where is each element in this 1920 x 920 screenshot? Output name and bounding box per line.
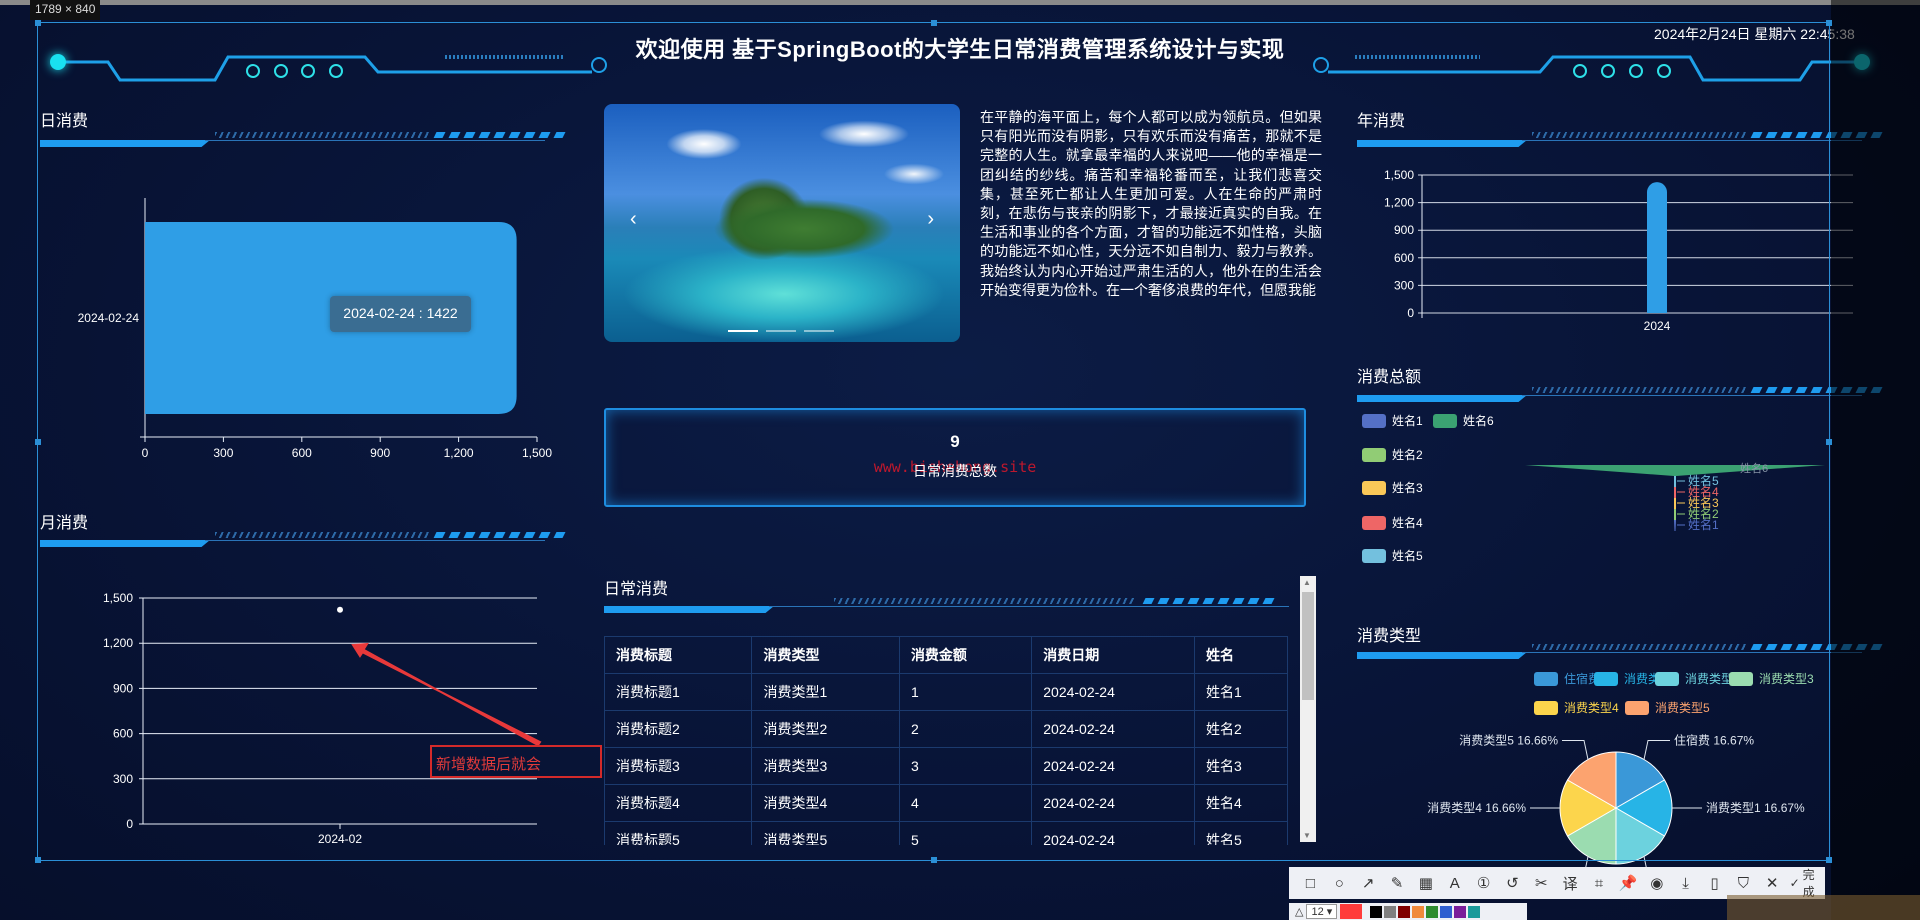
capture-dim-overlay [1831, 0, 1920, 920]
arrow-icon[interactable]: ↗ [1357, 871, 1380, 895]
rectangle-icon[interactable]: □ [1299, 871, 1322, 895]
resize-handle[interactable] [931, 857, 937, 863]
color-swatch[interactable] [1440, 905, 1453, 918]
text-icon[interactable]: A [1443, 871, 1466, 895]
bookmark-icon[interactable]: ⛉ [1732, 871, 1755, 895]
translate-icon[interactable]: 译 [1559, 871, 1582, 895]
ellipse-icon[interactable]: ○ [1328, 871, 1351, 895]
check-icon: ✓ [1789, 876, 1800, 890]
mosaic-icon[interactable]: ▦ [1414, 871, 1437, 895]
color-swatch[interactable] [1370, 905, 1383, 918]
record-icon[interactable]: ◉ [1645, 871, 1668, 895]
color-swatch[interactable] [1454, 905, 1467, 918]
color-swatch[interactable] [1468, 905, 1481, 918]
number-icon[interactable]: ① [1472, 871, 1495, 895]
done-button[interactable]: ✓ 完成 [1789, 868, 1825, 899]
pin-icon[interactable]: 📌 [1616, 871, 1639, 895]
color-swatch[interactable] [1340, 904, 1363, 919]
snip-style-bar: △ 12 ▾ [1289, 903, 1527, 920]
resize-handle[interactable] [35, 857, 41, 863]
color-swatch[interactable] [1384, 905, 1397, 918]
resize-handle[interactable] [1826, 439, 1832, 445]
line-width-icon[interactable]: △ [1295, 905, 1303, 918]
system-tray [1727, 895, 1920, 920]
close-icon[interactable]: ✕ [1761, 871, 1784, 895]
resize-handle[interactable] [931, 20, 937, 26]
pencil-icon[interactable]: ✎ [1386, 871, 1409, 895]
download-icon[interactable]: ⤓ [1674, 871, 1697, 895]
resize-handle[interactable] [35, 20, 41, 26]
undo-icon[interactable]: ↺ [1501, 871, 1524, 895]
font-size-value: 12 [1311, 906, 1324, 918]
resize-handle[interactable] [35, 439, 41, 445]
color-swatch[interactable] [1412, 905, 1425, 918]
resize-handle[interactable] [1826, 20, 1832, 26]
phone-icon[interactable]: ▯ [1703, 871, 1726, 895]
cut-icon[interactable]: ✂ [1530, 871, 1553, 895]
font-size-select[interactable]: 12 ▾ [1306, 904, 1338, 919]
color-swatch[interactable] [1398, 905, 1411, 918]
resize-handle[interactable] [1826, 857, 1832, 863]
capture-selection-frame[interactable] [35, 20, 1832, 863]
color-swatch[interactable] [1426, 905, 1439, 918]
ocr-icon[interactable]: ⌗ [1588, 871, 1611, 895]
